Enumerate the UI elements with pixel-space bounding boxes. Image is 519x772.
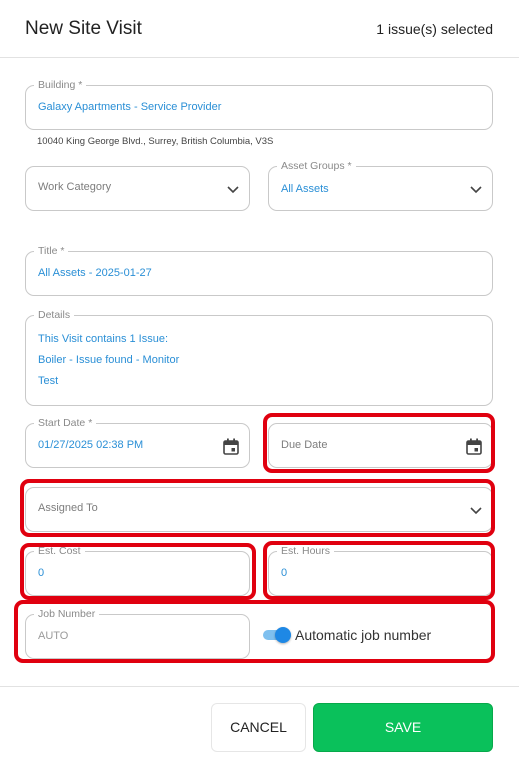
highlight-assigned-to [20,479,495,537]
details-label: Details [34,309,75,321]
details-textarea[interactable]: Details This Visit contains 1 Issue: Boi… [25,309,493,406]
calendar-icon[interactable] [223,438,239,455]
building-label: Building * [34,79,87,91]
highlight-est-cost [20,543,256,600]
building-value: Galaxy Apartments - Service Provider [38,101,222,113]
save-button[interactable]: SAVE [313,703,493,752]
work-category-select[interactable]: Work Category [25,166,250,211]
highlight-job-number-row [14,600,495,663]
start-date-field[interactable]: Start Date * 01/27/2025 02:38 PM [25,417,250,468]
details-line: This Visit contains 1 Issue: [38,333,169,345]
chevron-down-icon [227,186,239,194]
building-field[interactable]: Building * Galaxy Apartments - Service P… [25,79,493,130]
work-category-placeholder: Work Category [38,181,112,193]
title-field[interactable]: Title * All Assets - 2025-01-27 [25,245,493,296]
chevron-down-icon [470,186,482,194]
start-date-label: Start Date * [34,417,97,429]
dialog-header: New Site Visit 1 issue(s) selected [0,0,519,58]
start-date-value: 01/27/2025 02:38 PM [38,439,144,451]
dialog-title: New Site Visit [25,18,142,39]
cancel-button[interactable]: CANCEL [211,703,306,752]
details-line: Test [38,375,59,387]
building-address: 10040 King George Blvd., Surrey, British… [37,136,274,147]
asset-groups-label: Asset Groups * [277,160,356,172]
asset-groups-select[interactable]: Asset Groups * All Assets [268,160,493,211]
asset-groups-value: All Assets [281,183,329,195]
highlight-est-hours [263,541,495,600]
title-value: All Assets - 2025-01-27 [38,267,152,279]
highlight-due-date [263,413,495,473]
details-line: Boiler - Issue found - Monitor [38,354,180,366]
selected-issues-count: 1 issue(s) selected [376,21,493,37]
title-label: Title * [34,245,69,257]
